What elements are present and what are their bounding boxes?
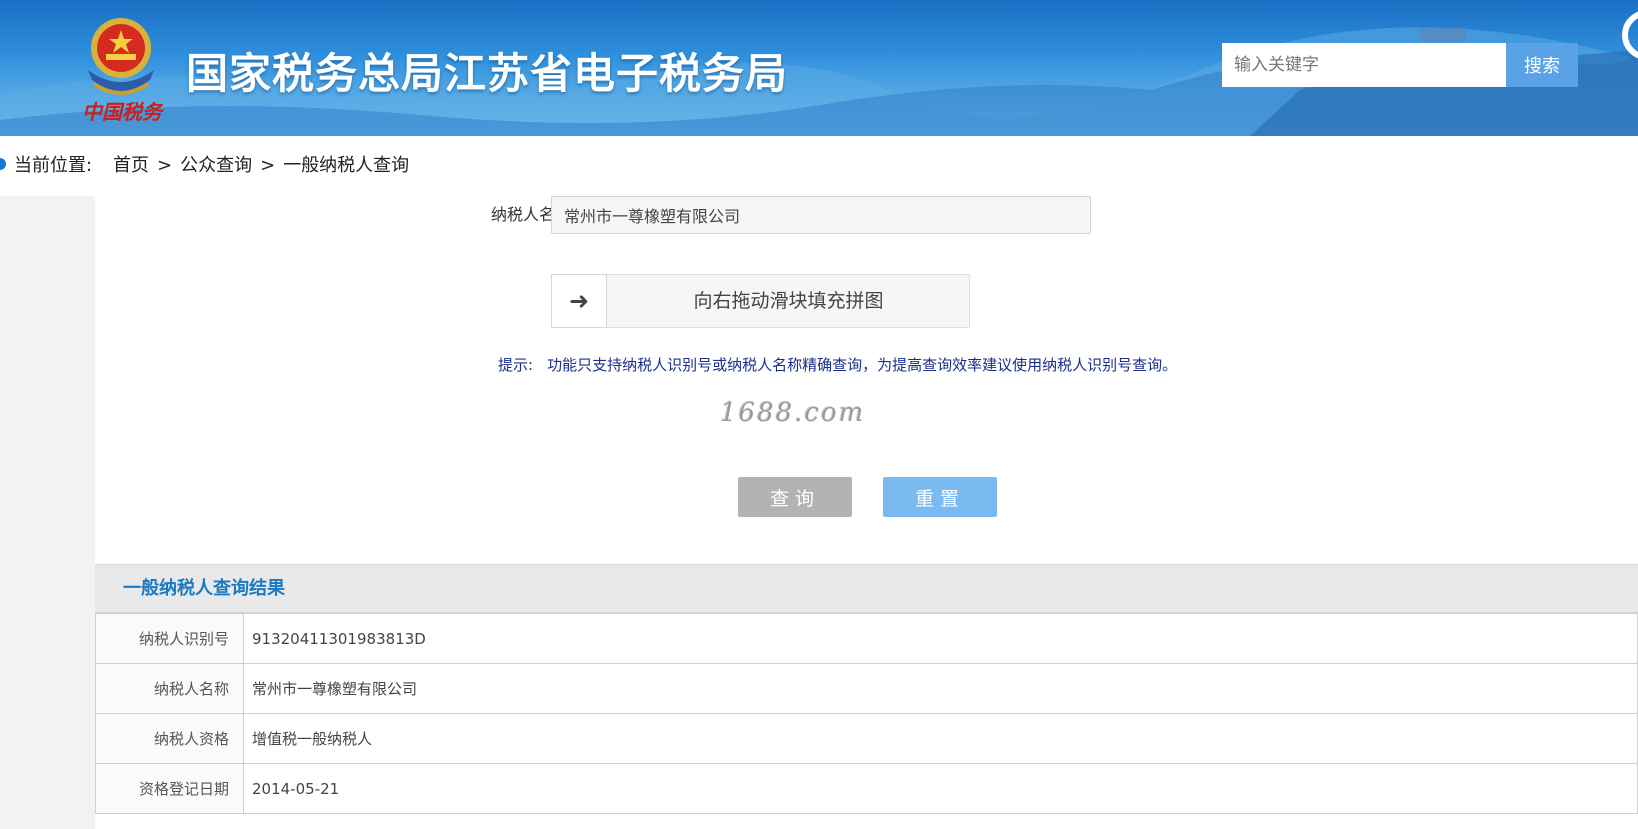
row-value: 2014-05-21 [243,763,1638,814]
arrow-right-icon[interactable]: ➜ [551,274,607,328]
row-key: 资格登记日期 [95,763,244,814]
location-dot-icon [0,158,6,170]
site-header: 中国税务 国家税务总局江苏省电子税务局 搜索 [0,0,1638,136]
result-table: 纳税人识别号 91320411301983813D 纳税人名称 常州市一尊橡塑有… [95,613,1638,814]
emblem-caption: 中国税务 [82,100,162,124]
slider-text: 向右拖动滑块填充拼图 [693,290,884,312]
row-value: 增值税一般纳税人 [243,713,1638,764]
breadcrumb-public-query[interactable]: 公众查询 [180,155,252,176]
row-key: 纳税人名称 [95,663,244,714]
site-title: 国家税务总局江苏省电子税务局 [186,49,789,98]
hint-label: 提示: [498,356,534,374]
slider-captcha[interactable]: ➜ 向右拖动滑块填充拼图 [551,274,970,328]
table-row: 纳税人资格 增值税一般纳税人 [95,713,1638,764]
breadcrumb-current: 一般纳税人查询 [283,155,410,176]
breadcrumb-separator: > [260,155,276,176]
table-row: 纳税人识别号 91320411301983813D [95,613,1638,664]
result-title: 一般纳税人查询结果 [123,578,285,599]
result-header: 一般纳税人查询结果 [95,564,1638,613]
hint-text: 提示: 功能只支持纳税人识别号或纳税人名称精确查询，为提高查询效率建议使用纳税人识… [498,354,1177,375]
taxpayer-name-label: 纳税人名称 [490,205,571,224]
breadcrumb: 当前位置: 首页 > 公众查询 > 一般纳税人查询 [0,136,1638,196]
search-button[interactable]: 搜索 [1506,43,1578,87]
row-key: 纳税人资格 [95,713,244,764]
breadcrumb-label: 当前位置: [14,155,93,176]
breadcrumb-home[interactable]: 首页 [113,155,149,176]
row-value: 91320411301983813D [243,613,1638,664]
reset-button[interactable]: 重置 [883,477,997,517]
table-row: 资格登记日期 2014-05-21 [95,763,1638,814]
query-panel: 纳税人名称 ➜ 向右拖动滑块填充拼图 提示: 功能只支持纳税人识别号或纳税人名称精… [95,196,1638,829]
breadcrumb-separator: > [157,155,173,176]
row-key: 纳税人识别号 [95,613,244,664]
watermark: 1688.com [720,398,866,428]
search-input[interactable] [1222,43,1506,87]
hint-message: 功能只支持纳税人识别号或纳税人名称精确查询，为提高查询效率建议使用纳税人识别号查… [547,356,1178,374]
row-value: 常州市一尊橡塑有限公司 [243,663,1638,714]
breadcrumb-links: 首页 > 公众查询 > 一般纳税人查询 [113,136,409,196]
query-button[interactable]: 查询 [738,477,852,517]
table-row: 纳税人名称 常州市一尊橡塑有限公司 [95,663,1638,714]
taxpayer-name-input[interactable] [551,196,1091,234]
